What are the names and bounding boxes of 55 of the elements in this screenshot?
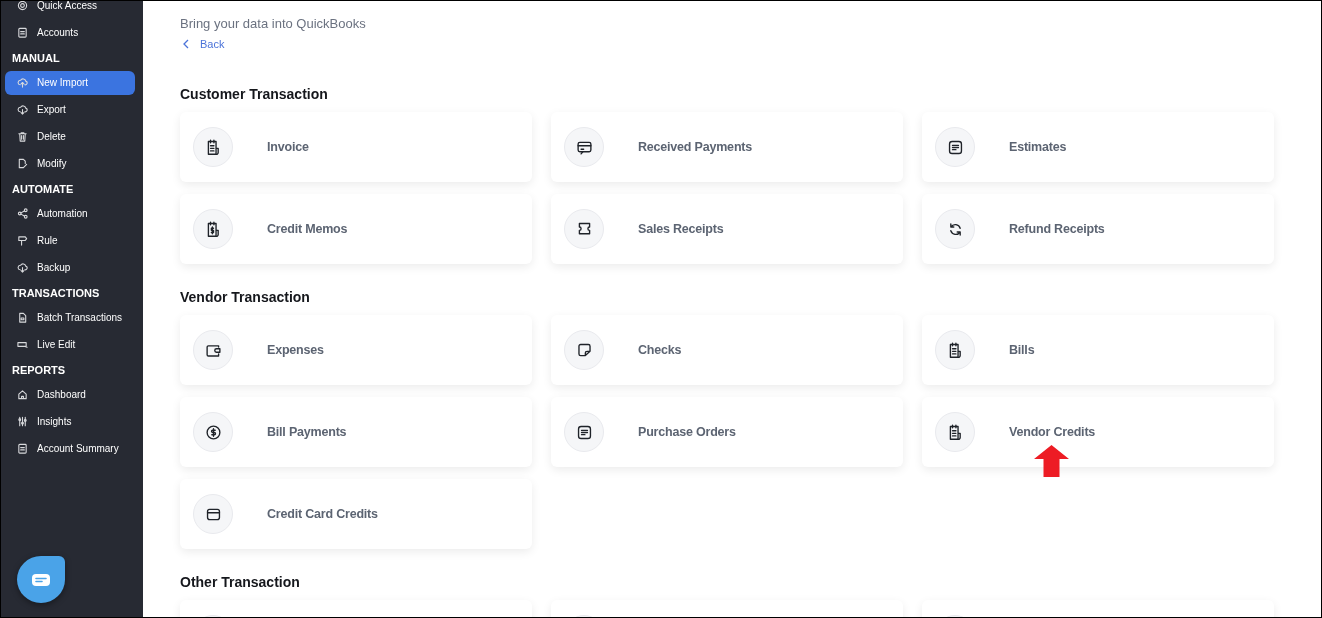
sidebar-item[interactable]: Live Edit [5, 331, 135, 358]
sidebar-item[interactable]: New Import [5, 70, 135, 95]
transaction-card[interactable]: Purchase Orders [551, 397, 903, 467]
chat-icon [31, 571, 51, 588]
trash-icon [17, 131, 28, 142]
sidebar-item[interactable]: Insights [5, 408, 135, 435]
transaction-card[interactable]: Received Payments [551, 112, 903, 182]
sidebar-item[interactable]: Delete [5, 123, 135, 150]
chevron-left-icon [182, 39, 190, 49]
sidebar-item[interactable]: Export [5, 96, 135, 123]
note-icon [575, 341, 593, 359]
sidebar-item[interactable]: Account Summary [5, 435, 135, 462]
section-heading: Other Transaction [180, 574, 301, 592]
list-icon [946, 138, 964, 156]
target-icon [17, 1, 28, 11]
transaction-card[interactable]: Checks [551, 315, 903, 385]
home-icon [17, 389, 28, 400]
sidebar-item[interactable]: Modify [5, 150, 135, 177]
dollar-icon [204, 423, 222, 441]
transaction-card[interactable]: Credit Memos [180, 194, 532, 264]
sidebar-item[interactable]: Quick Access [5, 1, 135, 19]
sliders-icon [17, 416, 28, 427]
transaction-card[interactable]: Expenses [180, 315, 532, 385]
transaction-card[interactable]: Estimates [922, 112, 1274, 182]
subtitle: Bring your data into QuickBooks [180, 16, 367, 32]
chat-button[interactable] [17, 556, 65, 603]
transaction-card[interactable]: Vendor Credits [922, 397, 1274, 467]
sidebar-item[interactable]: Batch Transactions [5, 304, 135, 331]
sidebar-item[interactable]: Rule [5, 227, 135, 254]
transaction-card[interactable]: Credit Card Credits [180, 479, 532, 549]
sidebar-item[interactable]: Automation [5, 200, 135, 227]
transaction-card[interactable]: Sales Receipts [551, 194, 903, 264]
cloud-up-icon [17, 77, 28, 88]
section-heading: Customer Transaction [180, 86, 329, 104]
transaction-card[interactable]: Bills [922, 315, 1274, 385]
list-icon [575, 423, 593, 441]
sign-icon [17, 235, 28, 246]
sidebar-heading: MANUAL [11, 51, 61, 66]
cloud-down-icon [17, 262, 28, 273]
clipboard-icon [17, 443, 28, 454]
transaction-card[interactable]: Bill Payments [180, 397, 532, 467]
section-heading: Vendor Transaction [180, 289, 311, 307]
transaction-card[interactable]: Invoice [180, 112, 532, 182]
file-icon [17, 312, 28, 323]
transaction-card[interactable]: Refund Receipts [922, 194, 1274, 264]
clipboard-icon [17, 27, 28, 38]
share-icon [17, 208, 28, 219]
sidebar-item[interactable]: Backup [5, 254, 135, 281]
sidebar-heading: AUTOMATE [11, 182, 75, 197]
back-link[interactable]: Back [180, 38, 225, 50]
sidebar-heading: TRANSACTIONS [11, 286, 101, 301]
sidebar-item[interactable]: Dashboard [5, 381, 135, 408]
cloud-down-icon [17, 104, 28, 115]
sidebar-item[interactable]: Accounts [5, 19, 135, 46]
sidebar-heading: REPORTS [11, 363, 67, 378]
